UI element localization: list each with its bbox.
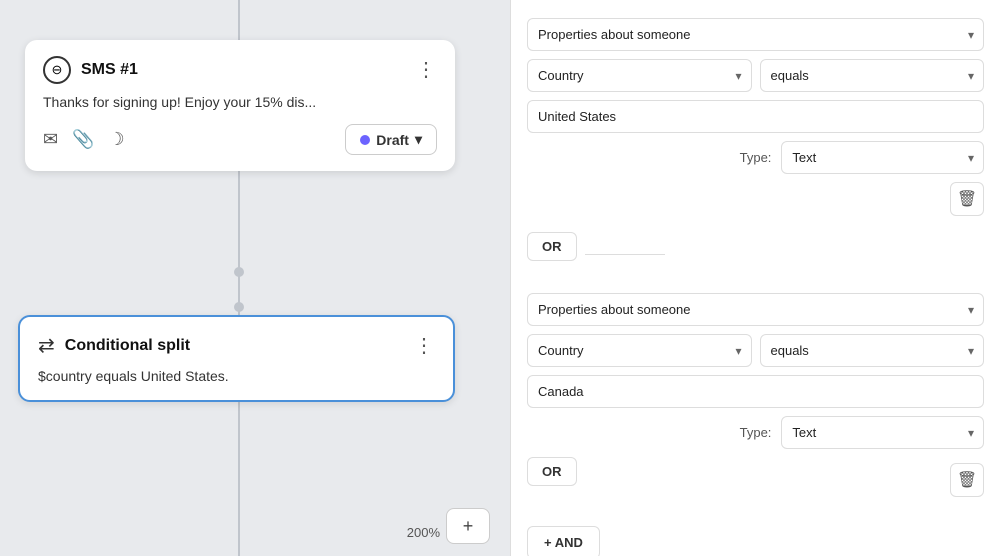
second-group-or-row: OR 🗑 bbox=[527, 457, 984, 502]
delete-button-2[interactable]: 🗑 bbox=[950, 463, 984, 497]
split-icon: ⇄ bbox=[38, 333, 55, 358]
draft-label: Draft bbox=[376, 132, 409, 148]
sms-icon: ⊖ bbox=[43, 56, 71, 84]
sms-title: SMS #1 bbox=[81, 61, 138, 79]
type-row-2: Type: Text bbox=[527, 416, 984, 449]
zoom-plus-button[interactable]: + bbox=[446, 508, 490, 544]
type-select-wrapper-1: Text bbox=[781, 141, 984, 174]
draft-button[interactable]: Draft ▾ bbox=[345, 124, 437, 155]
split-menu-button[interactable]: ⋮ bbox=[414, 336, 435, 356]
connector-dot-mid bbox=[234, 302, 244, 312]
delete-row-1: 🗑 bbox=[527, 182, 984, 216]
left-panel: ⊖ SMS #1 ⋮ Thanks for signing up! Enjoy … bbox=[0, 0, 510, 556]
equals-select-2[interactable]: equals bbox=[760, 334, 985, 367]
or-button-1[interactable]: OR bbox=[527, 232, 577, 261]
email-icon: ✉ bbox=[43, 129, 58, 150]
properties-select-1[interactable]: Properties about someone bbox=[527, 18, 984, 51]
filter-condition-row-1: Country equals bbox=[527, 59, 984, 92]
attachment-icon: 📎 bbox=[72, 129, 94, 150]
draft-dot bbox=[360, 135, 370, 145]
sms-menu-button[interactable]: ⋮ bbox=[416, 60, 437, 80]
value-input-2[interactable] bbox=[527, 375, 984, 408]
filter-condition-row-2: Country equals bbox=[527, 334, 984, 367]
country-select-wrapper-1: Country bbox=[527, 59, 752, 92]
sms-card: ⊖ SMS #1 ⋮ Thanks for signing up! Enjoy … bbox=[25, 40, 455, 171]
type-select-1[interactable]: Text bbox=[781, 141, 984, 174]
equals-select-wrapper-1: equals bbox=[760, 59, 985, 92]
sms-card-footer: ✉ 📎 ☽ Draft ▾ bbox=[43, 124, 437, 155]
filter-group-2: Properties about someone Country equals … bbox=[527, 293, 984, 502]
delete-button-1[interactable]: 🗑 bbox=[950, 182, 984, 216]
sms-icons-row: ✉ 📎 ☽ bbox=[43, 129, 125, 150]
or-row-1: OR bbox=[527, 232, 984, 277]
and-button[interactable]: + AND bbox=[527, 526, 600, 556]
type-select-2[interactable]: Text bbox=[781, 416, 984, 449]
value-input-1[interactable] bbox=[527, 100, 984, 133]
or-divider-line-1 bbox=[585, 254, 665, 255]
country-select-wrapper-2: Country bbox=[527, 334, 752, 367]
type-select-wrapper-2: Text bbox=[781, 416, 984, 449]
type-label-2: Type: bbox=[740, 425, 772, 440]
filter-group-1: Properties about someone Country equals … bbox=[527, 18, 984, 216]
properties-select-wrapper-2: Properties about someone bbox=[527, 293, 984, 326]
properties-select-2[interactable]: Properties about someone bbox=[527, 293, 984, 326]
type-row-1: Type: Text bbox=[527, 141, 984, 174]
sms-body-text: Thanks for signing up! Enjoy your 15% di… bbox=[43, 94, 437, 110]
zoom-level: 200% bbox=[407, 525, 440, 540]
equals-select-1[interactable]: equals bbox=[760, 59, 985, 92]
properties-select-wrapper-1: Properties about someone bbox=[527, 18, 984, 51]
split-body: $country equals United States. bbox=[38, 368, 435, 384]
country-select-2[interactable]: Country bbox=[527, 334, 752, 367]
split-title: Conditional split bbox=[65, 337, 190, 355]
draft-chevron: ▾ bbox=[415, 131, 422, 148]
connector-dot-top bbox=[234, 267, 244, 277]
moon-icon: ☽ bbox=[109, 129, 125, 150]
sms-card-header: ⊖ SMS #1 ⋮ bbox=[43, 56, 437, 84]
country-select-1[interactable]: Country bbox=[527, 59, 752, 92]
split-card-header: ⇄ Conditional split ⋮ bbox=[38, 333, 435, 358]
type-label-1: Type: bbox=[740, 150, 772, 165]
split-card: ⇄ Conditional split ⋮ $country equals Un… bbox=[18, 315, 455, 402]
or-button-2[interactable]: OR bbox=[527, 457, 577, 486]
right-panel: Properties about someone Country equals … bbox=[510, 0, 1000, 556]
equals-select-wrapper-2: equals bbox=[760, 334, 985, 367]
